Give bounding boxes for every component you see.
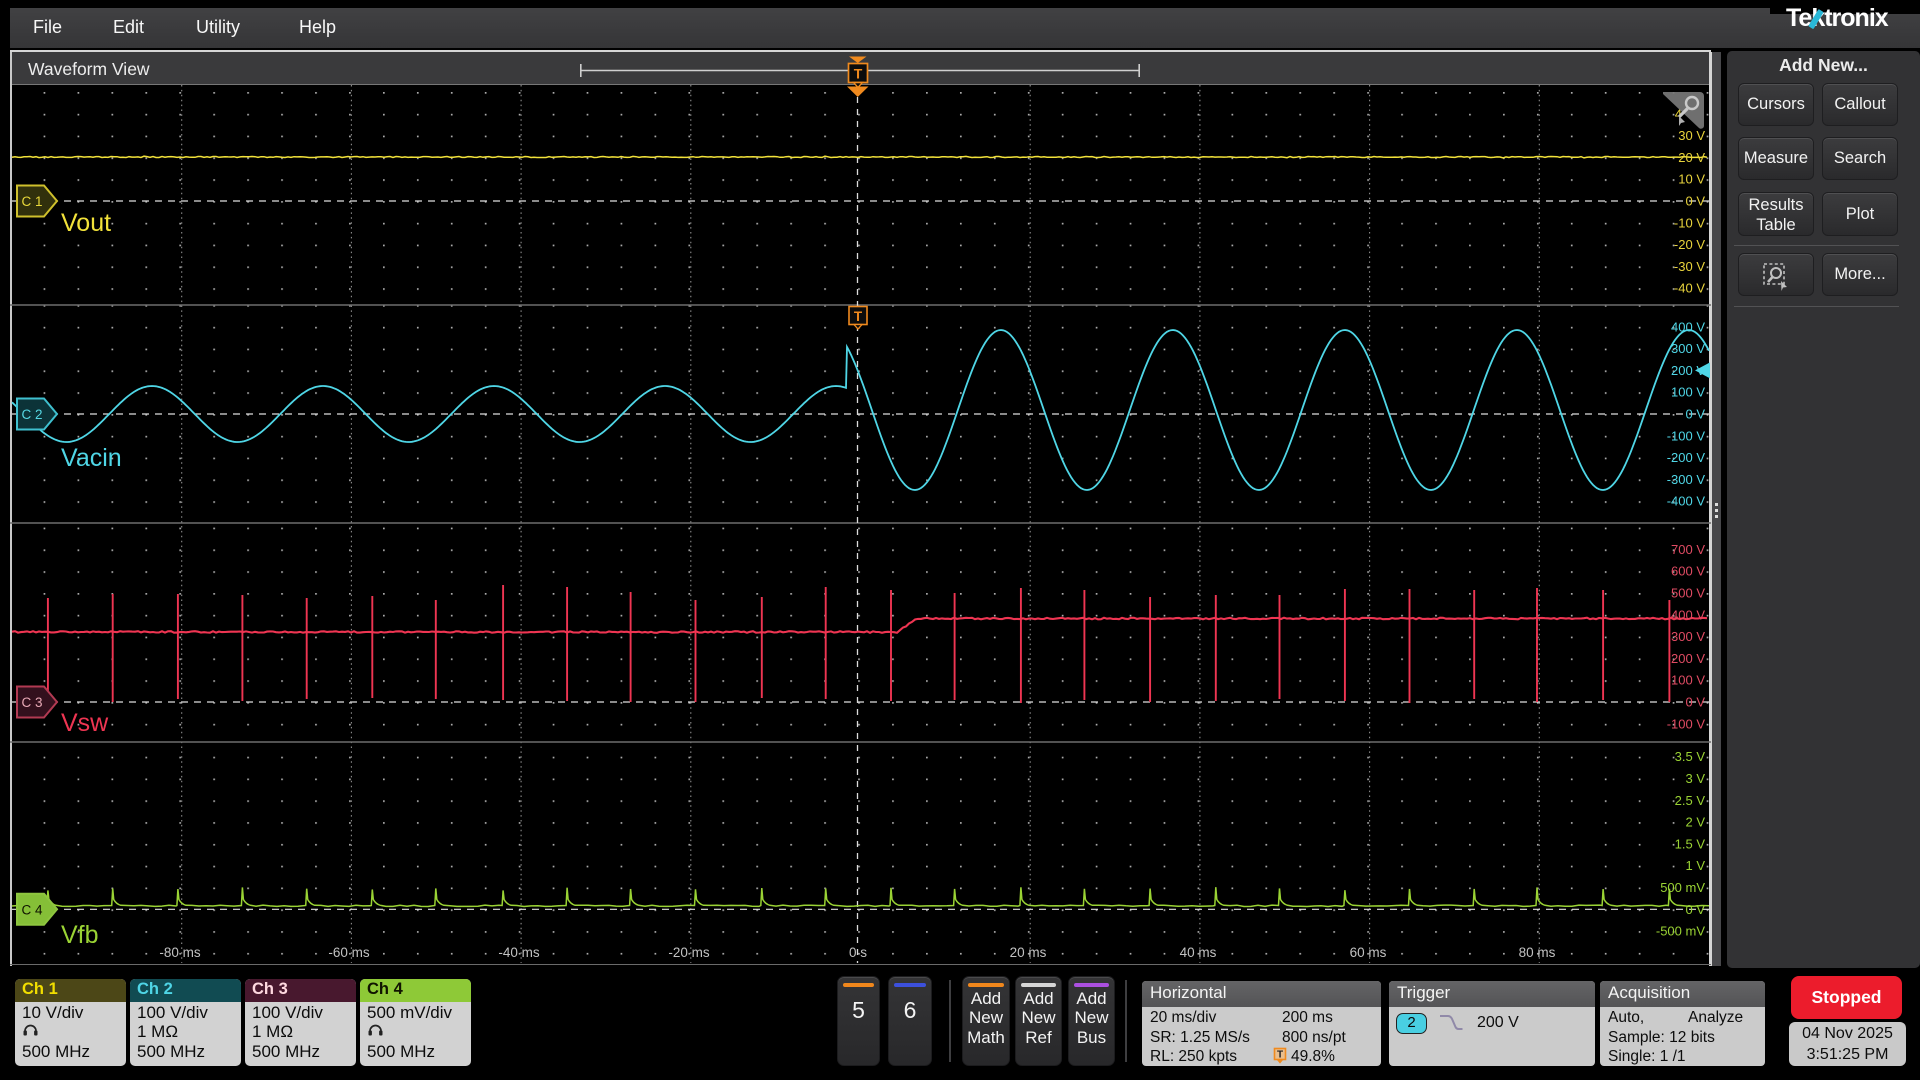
svg-text:300 V: 300 V <box>1671 629 1705 644</box>
svg-text:-30 V: -30 V <box>1674 259 1705 274</box>
svg-text:30 V: 30 V <box>1678 128 1705 143</box>
svg-text:-500 mV: -500 mV <box>1656 924 1705 939</box>
svg-text:80 ms: 80 ms <box>1519 945 1556 960</box>
svg-text:700 V: 700 V <box>1671 542 1705 557</box>
svg-text:400 V: 400 V <box>1671 607 1705 622</box>
svg-text:40 ms: 40 ms <box>1180 945 1217 960</box>
svg-text:Vacin: Vacin <box>61 444 122 472</box>
svg-text:400 V: 400 V <box>1671 319 1705 334</box>
svg-text:10 V: 10 V <box>1678 172 1705 187</box>
svg-text:2.5 V: 2.5 V <box>1675 793 1706 808</box>
svg-text:60 ms: 60 ms <box>1350 945 1387 960</box>
svg-text:T: T <box>854 309 863 324</box>
svg-text:C 3: C 3 <box>21 695 42 710</box>
svg-text:-80 ms: -80 ms <box>159 945 201 960</box>
svg-text:300 V: 300 V <box>1671 341 1705 356</box>
svg-text:0 s: 0 s <box>849 945 867 960</box>
svg-text:C 1: C 1 <box>21 194 42 209</box>
svg-text:3 V: 3 V <box>1685 771 1705 786</box>
svg-text:-10 V: -10 V <box>1674 215 1705 230</box>
svg-text:-300 V: -300 V <box>1667 472 1706 487</box>
svg-text:-200 V: -200 V <box>1667 450 1706 465</box>
svg-text:-40 V: -40 V <box>1674 281 1705 296</box>
svg-text:500 mV: 500 mV <box>1660 880 1705 895</box>
svg-text:1.5 V: 1.5 V <box>1675 836 1706 851</box>
svg-text:0 V: 0 V <box>1685 902 1705 917</box>
svg-text:-100 V: -100 V <box>1667 428 1706 443</box>
svg-text:-100 V: -100 V <box>1667 716 1706 731</box>
svg-text:C 4: C 4 <box>21 902 43 917</box>
svg-text:2 V: 2 V <box>1685 815 1705 830</box>
svg-text:T: T <box>854 66 863 82</box>
svg-text:1 V: 1 V <box>1685 858 1705 873</box>
svg-text:600 V: 600 V <box>1671 564 1705 579</box>
svg-text:20 ms: 20 ms <box>1010 945 1047 960</box>
svg-text:-20 ms: -20 ms <box>668 945 710 960</box>
svg-text:T: T <box>1277 1050 1283 1061</box>
svg-text:C 2: C 2 <box>21 407 42 422</box>
svg-text:500 V: 500 V <box>1671 586 1705 601</box>
svg-text:200 V: 200 V <box>1671 651 1705 666</box>
svg-text:100 V: 100 V <box>1671 385 1705 400</box>
svg-text:Vout: Vout <box>61 209 111 237</box>
svg-text:0 V: 0 V <box>1685 407 1705 422</box>
svg-text:0 V: 0 V <box>1685 695 1705 710</box>
svg-text:20 V: 20 V <box>1678 150 1705 165</box>
svg-text:0 V: 0 V <box>1685 194 1705 209</box>
svg-text:3.5 V: 3.5 V <box>1675 749 1706 764</box>
svg-text:-40 ms: -40 ms <box>498 945 540 960</box>
svg-text:Vfb: Vfb <box>61 921 99 949</box>
svg-text:-20 V: -20 V <box>1674 237 1705 252</box>
svg-text:-60 ms: -60 ms <box>328 945 370 960</box>
svg-text:-400 V: -400 V <box>1667 494 1706 509</box>
svg-text:Vsw: Vsw <box>61 709 109 737</box>
svg-text:100 V: 100 V <box>1671 673 1705 688</box>
